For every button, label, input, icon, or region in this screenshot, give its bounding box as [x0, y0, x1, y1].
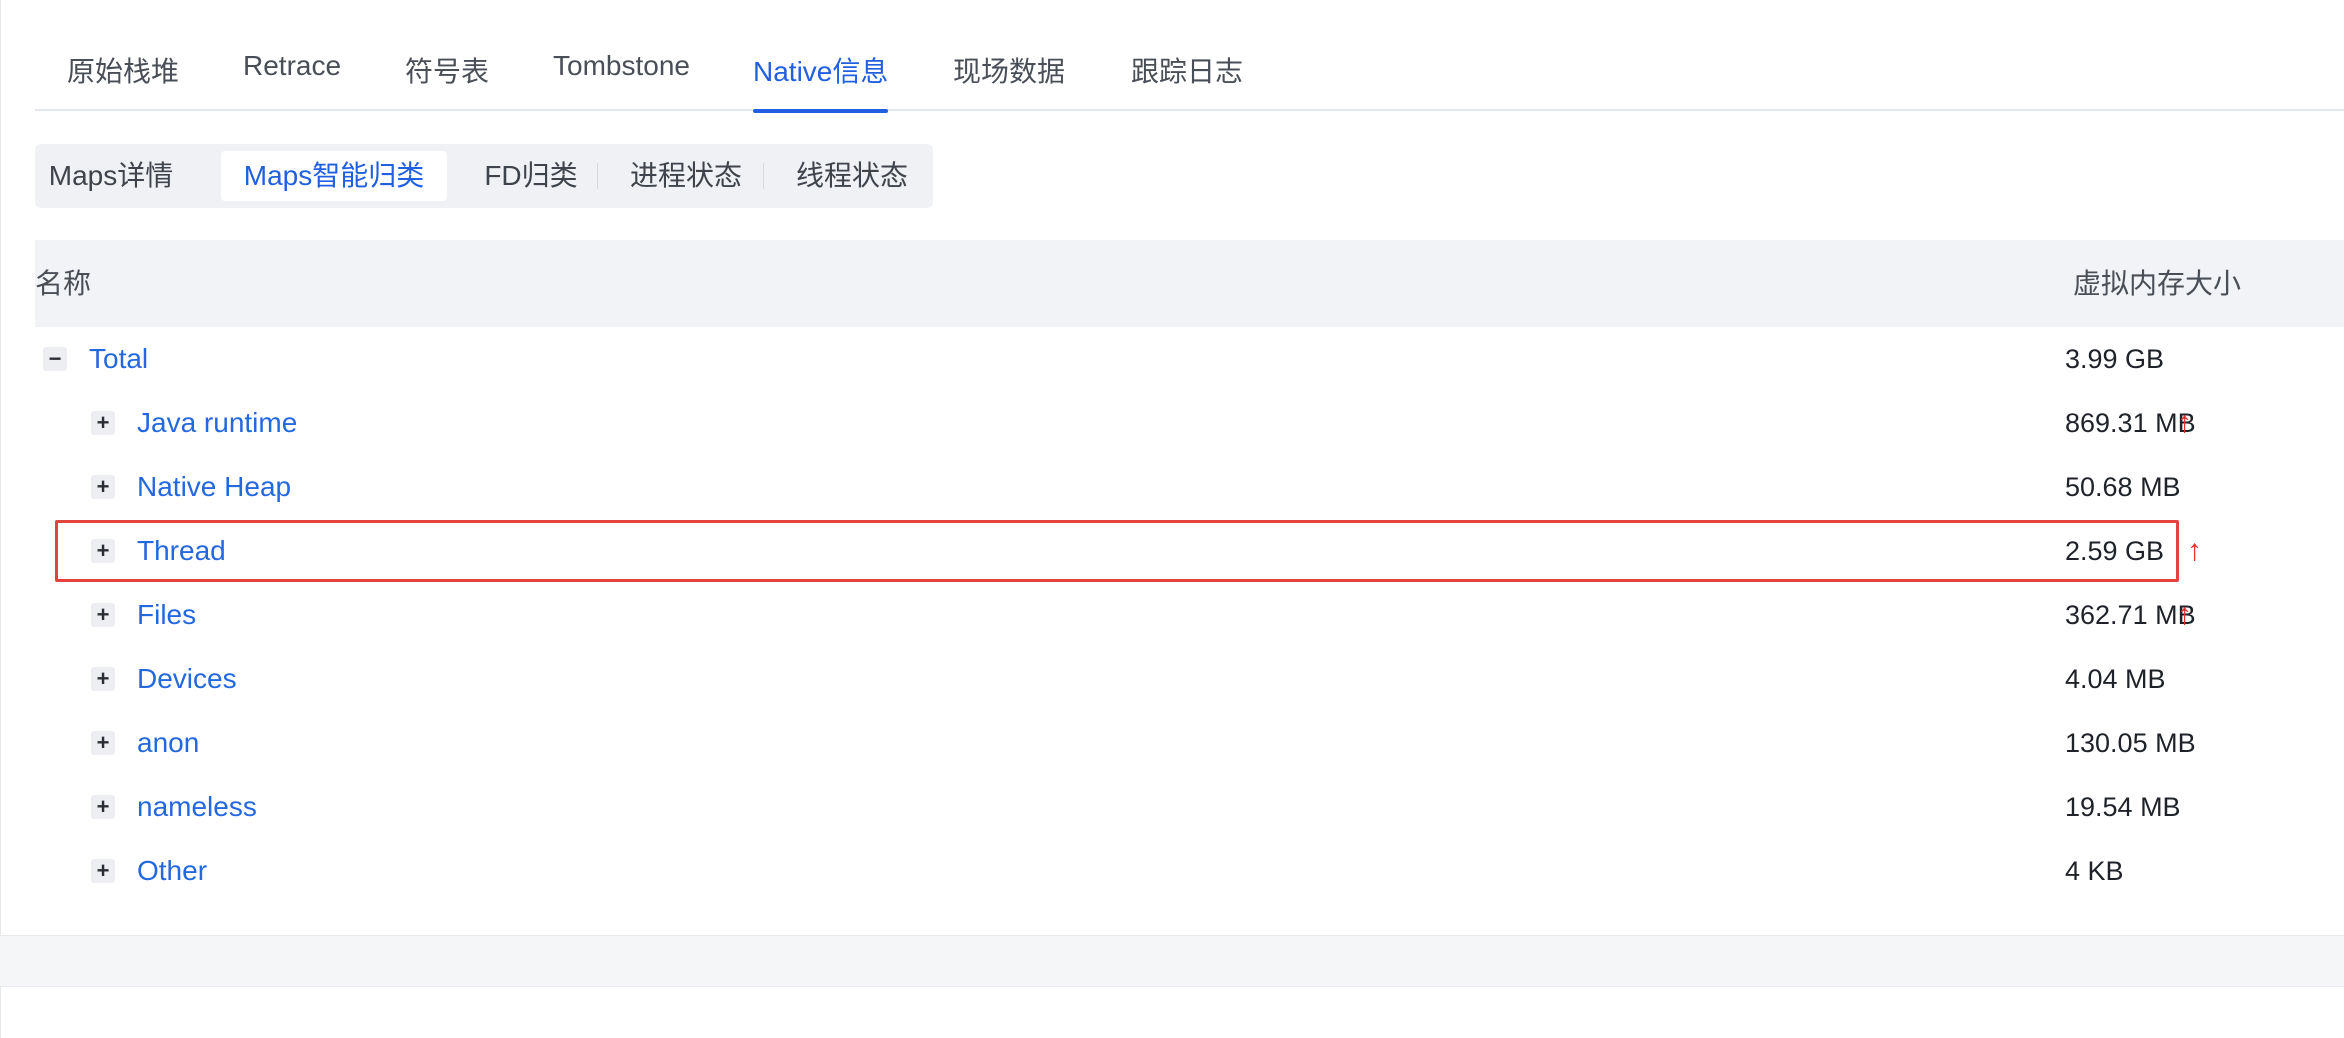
native-info-panel: 原始栈堆 Retrace 符号表 Tombstone Native信息 现场数据… [0, 0, 2344, 936]
table-row: + Native Heap 50.68 MB [35, 455, 2344, 519]
column-header-virtual-memory: 虚拟内存大小 [2073, 268, 2242, 299]
table-row: + Files 362.71 MB ↑ [35, 583, 2344, 647]
row-name-link[interactable]: anon [137, 711, 199, 775]
sub-tab-bar: Maps详情 Maps智能归类 FD归类 进程状态 线程状态 [35, 144, 933, 208]
expand-icon[interactable]: + [91, 731, 115, 755]
row-size: 130.05 MB [2065, 728, 2196, 758]
lower-panel [0, 986, 2344, 1038]
row-size: 4 KB [2065, 856, 2124, 886]
increase-arrow-icon: ↑ [2177, 598, 2192, 631]
tab-native-info[interactable]: Native信息 [753, 50, 889, 113]
increase-arrow-icon: ↑ [2177, 406, 2192, 439]
table-row: + Devices 4.04 MB [35, 647, 2344, 711]
tab-trace-log[interactable]: 跟踪日志 [1131, 50, 1243, 111]
row-name-link[interactable]: Java runtime [137, 391, 297, 455]
row-name-link[interactable]: Files [137, 583, 196, 647]
collapse-icon[interactable]: − [43, 347, 67, 371]
expand-icon[interactable]: + [91, 475, 115, 499]
sub-tab-divider [597, 163, 598, 189]
table-header: 名称 虚拟内存大小 [35, 240, 2344, 327]
subtab-thread-status[interactable]: 线程状态 [777, 151, 927, 201]
table-row: + Thread 2.59 GB ↑ [35, 519, 2344, 583]
column-header-name: 名称 [35, 268, 92, 299]
sub-tab-divider [763, 163, 764, 189]
tab-raw-stack[interactable]: 原始栈堆 [67, 50, 179, 111]
expand-icon[interactable]: + [91, 667, 115, 691]
row-size: 2.59 GB [2065, 536, 2165, 566]
memory-table: 名称 虚拟内存大小 − Total 3.99 GB + Java runtime… [35, 240, 2344, 903]
tab-tombstone[interactable]: Tombstone [553, 50, 690, 111]
row-name-link[interactable]: Other [137, 839, 207, 903]
subtab-maps-detail[interactable]: Maps详情 [41, 151, 181, 201]
row-size: 50.68 MB [2065, 472, 2181, 502]
table-row: + Java runtime 869.31 MB ↑ [35, 391, 2344, 455]
row-name-link[interactable]: nameless [137, 775, 257, 839]
expand-icon[interactable]: + [91, 603, 115, 627]
subtab-maps-smart-classify[interactable]: Maps智能归类 [221, 151, 447, 201]
row-name-link[interactable]: Devices [137, 647, 237, 711]
expand-icon[interactable]: + [91, 795, 115, 819]
tab-symbol-table[interactable]: 符号表 [405, 50, 489, 111]
expand-icon[interactable]: + [91, 411, 115, 435]
row-size: 19.54 MB [2065, 792, 2181, 822]
table-row: + Other 4 KB [35, 839, 2344, 903]
tab-retrace[interactable]: Retrace [243, 50, 341, 111]
table-row-total: − Total 3.99 GB [35, 327, 2344, 391]
subtab-fd-classify[interactable]: FD归类 [465, 151, 597, 201]
tab-scene-data[interactable]: 现场数据 [953, 50, 1065, 111]
row-size: 4.04 MB [2065, 664, 2166, 694]
row-size: 362.71 MB [2065, 600, 2196, 630]
row-size: 3.99 GB [2065, 344, 2165, 374]
row-size: 869.31 MB [2065, 408, 2196, 438]
main-tab-bar: 原始栈堆 Retrace 符号表 Tombstone Native信息 现场数据… [35, 0, 2344, 113]
expand-icon[interactable]: + [91, 539, 115, 563]
row-name-link[interactable]: Total [89, 327, 148, 391]
expand-icon[interactable]: + [91, 859, 115, 883]
increase-arrow-icon: ↑ [2187, 534, 2202, 567]
subtab-process-status[interactable]: 进程状态 [611, 151, 761, 201]
table-row: + nameless 19.54 MB [35, 775, 2344, 839]
row-name-link[interactable]: Thread [137, 519, 226, 583]
table-row: + anon 130.05 MB [35, 711, 2344, 775]
row-name-link[interactable]: Native Heap [137, 455, 291, 519]
